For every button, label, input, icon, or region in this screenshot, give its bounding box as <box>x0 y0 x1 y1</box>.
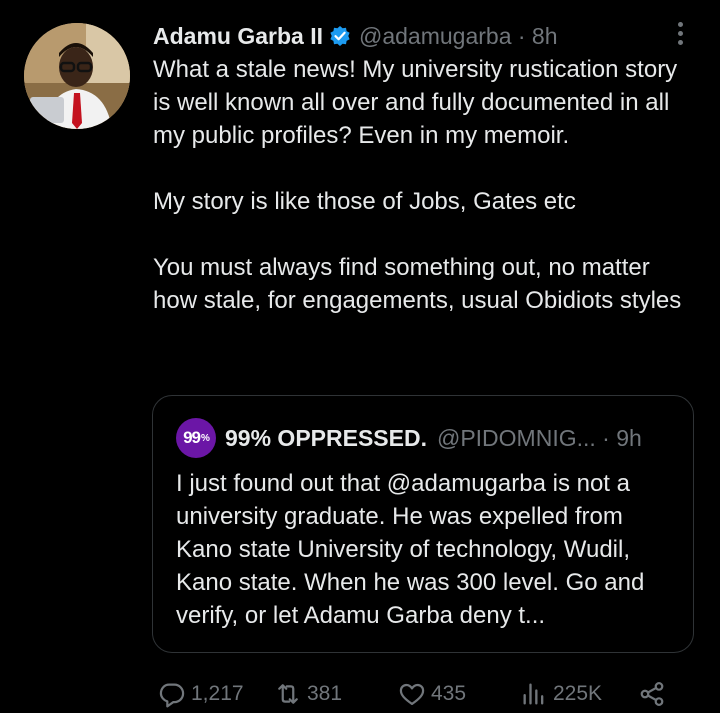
quoted-author-handle-time: @PIDOMNIG... · 9h <box>436 424 642 451</box>
author-handle-time[interactable]: @adamugarba · 8h <box>359 23 558 50</box>
tweet-actions: 1,217 381 435 225K <box>158 676 678 712</box>
tweet-text: What a stale news! My university rustica… <box>153 56 682 314</box>
like-button[interactable]: 435 <box>398 676 466 712</box>
reply-button[interactable]: 1,217 <box>158 676 244 712</box>
reply-count: 1,217 <box>191 682 244 705</box>
quoted-avatar-text: 99 <box>183 428 201 447</box>
author-name[interactable]: Adamu Garba II <box>153 23 323 50</box>
heart-icon <box>399 683 425 706</box>
repost-icon <box>278 684 298 704</box>
repost-button[interactable]: 381 <box>274 676 342 712</box>
views-icon <box>523 683 544 705</box>
verified-badge-icon <box>329 25 351 47</box>
reply-icon <box>159 683 185 708</box>
views-count: 225K <box>553 682 603 705</box>
quoted-avatar-sup: % <box>201 432 210 444</box>
quoted-tweet-header: 99% 99% OPPRESSED. @PIDOMNIG... · 9h <box>176 418 642 458</box>
like-count: 435 <box>431 682 467 705</box>
quoted-tweet[interactable]: 99% 99% OPPRESSED. @PIDOMNIG... · 9h I j… <box>152 395 694 653</box>
quoted-author-avatar: 99% <box>176 418 216 458</box>
share-button[interactable] <box>638 676 666 712</box>
quoted-tweet-text: I just found out that @adamugarba is not… <box>176 470 651 629</box>
quoted-author-name: 99% OPPRESSED. <box>225 424 427 451</box>
author-avatar[interactable] <box>24 23 130 129</box>
tweet-header: Adamu Garba II @adamugarba · 8h <box>153 19 558 53</box>
views-button[interactable]: 225K <box>520 676 602 712</box>
more-icon[interactable] <box>672 22 688 48</box>
share-icon <box>640 682 664 706</box>
repost-count: 381 <box>307 682 343 705</box>
